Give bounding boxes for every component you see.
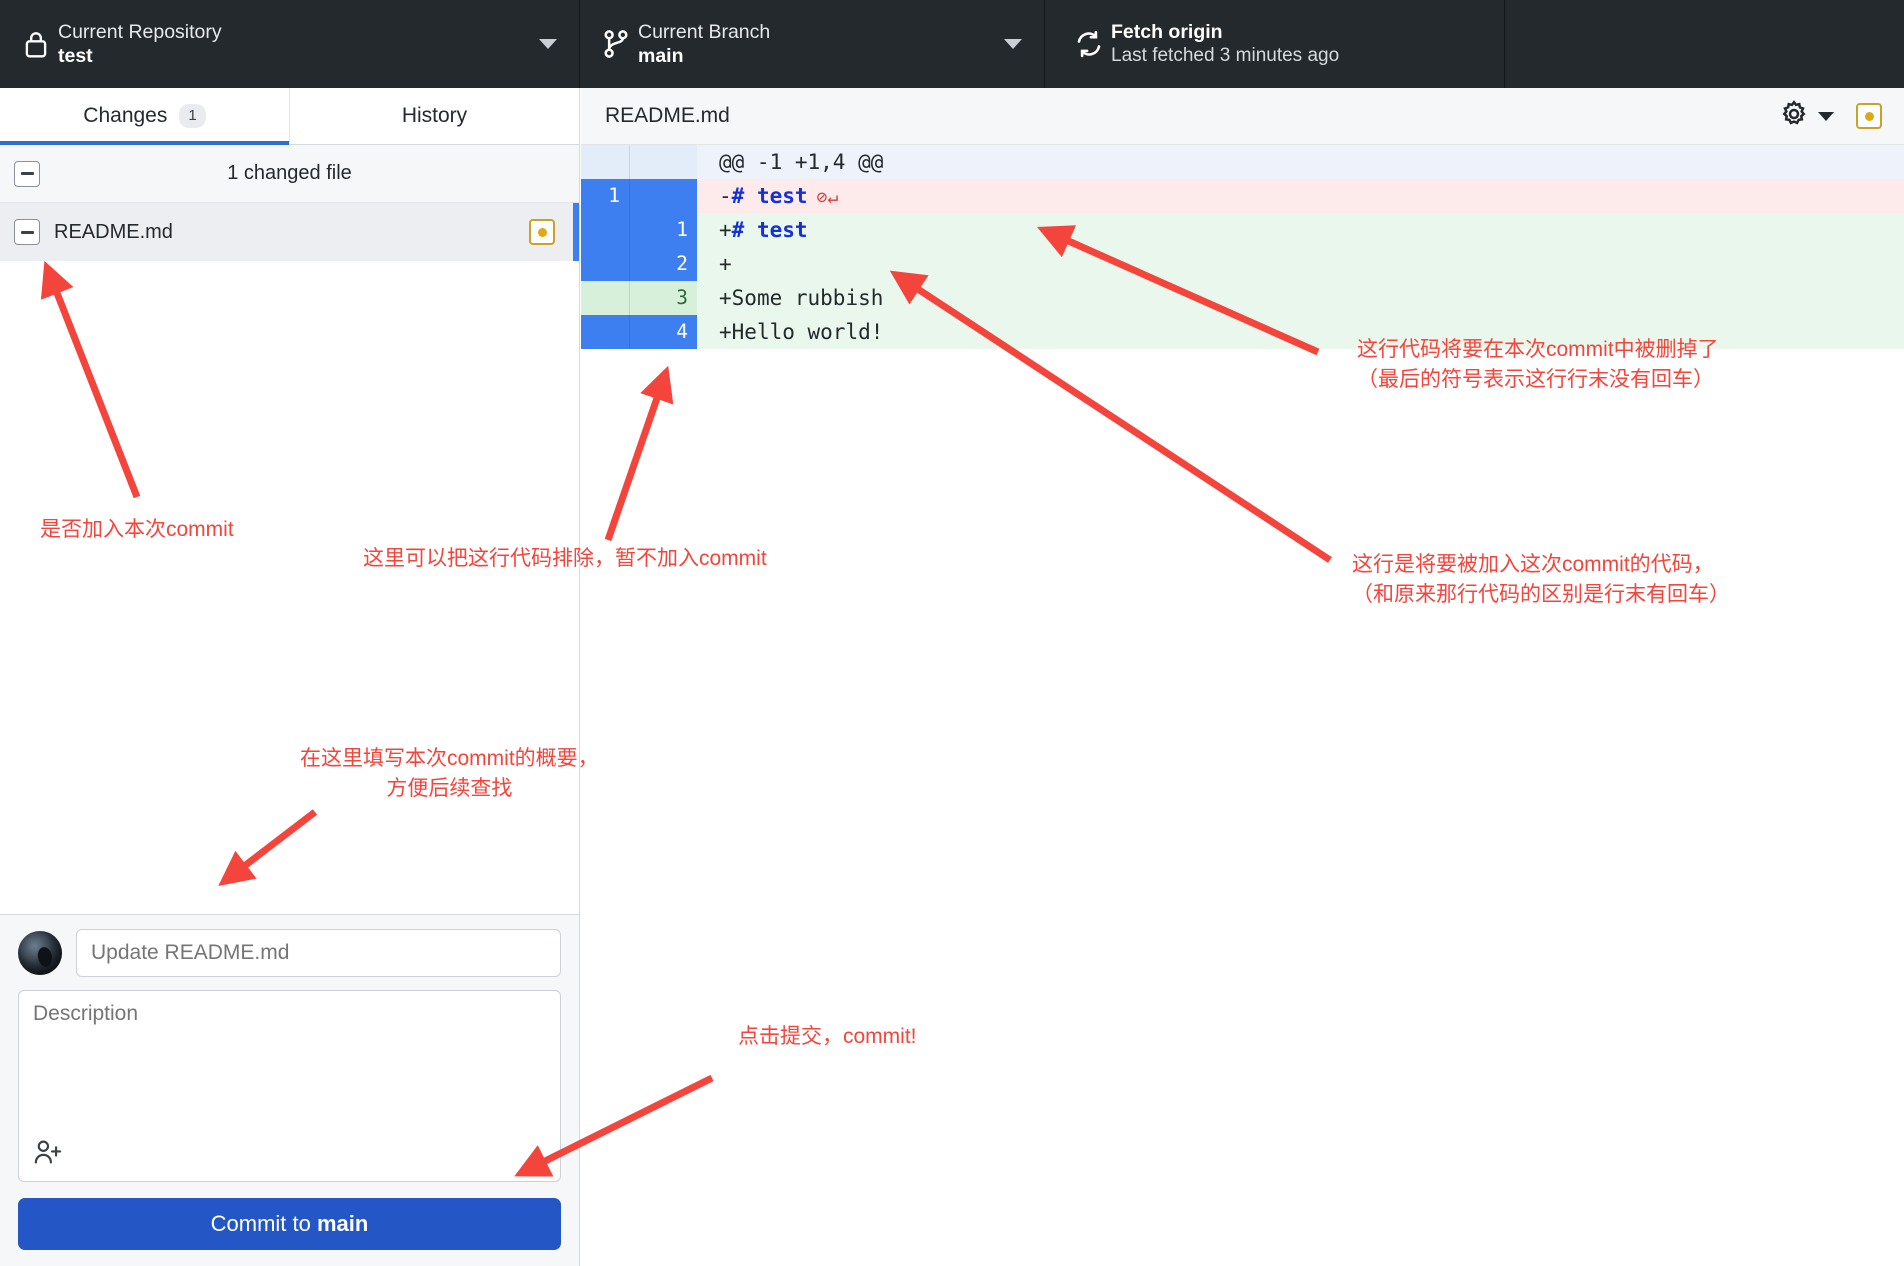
chevron-down-icon — [1004, 39, 1022, 49]
diff-hunk-header-row: @@ -1 +1,4 @@ — [581, 145, 1904, 179]
fetch-origin-title: Fetch origin — [1111, 20, 1223, 43]
chevron-down-icon — [1818, 111, 1834, 121]
commit-button-branch: main — [317, 1211, 369, 1236]
diff-line-row[interactable]: 1 +# test — [581, 213, 1904, 247]
current-repository-label: Current Repository — [58, 20, 222, 43]
diff-file-name: README.md — [605, 104, 730, 127]
changed-file-row[interactable]: README.md — [0, 203, 579, 261]
top-toolbar: Current Repository test Current Branch m… — [0, 0, 1904, 88]
no-newline-icon: ⊘↵ — [816, 187, 839, 208]
toolbar-filler — [1505, 0, 1904, 88]
commit-to-branch-button[interactable]: Commit to main — [18, 1198, 561, 1250]
gear-icon — [1779, 99, 1809, 134]
diff-options-button[interactable] — [1779, 99, 1834, 134]
diff-line-text: -# test ⊘↵ — [697, 179, 838, 213]
diff-old-line-number[interactable] — [581, 247, 629, 281]
modified-status-icon — [529, 219, 555, 245]
tab-changes-label: Changes — [83, 104, 168, 127]
diff-new-line-number[interactable]: 2 — [629, 247, 697, 281]
diff-line-text: + — [697, 247, 732, 281]
anno-summary-hint: 在这里填写本次commit的概要， 方便后续查找 — [300, 747, 599, 801]
diff-body: @@ -1 +1,4 @@ 1 -# test ⊘↵ 1 +# test 2 + … — [581, 145, 1904, 349]
commit-summary-input[interactable] — [76, 929, 561, 977]
fetch-origin-subtitle: Last fetched 3 minutes ago — [1111, 45, 1340, 67]
tab-changes-badge: 1 — [179, 104, 206, 128]
changes-sidebar: Changes 1 History 1 changed file README.… — [0, 88, 580, 1266]
changed-file-name: README.md — [54, 220, 173, 243]
fetch-origin-button[interactable]: Fetch origin Last fetched 3 minutes ago — [1045, 0, 1505, 88]
branch-icon — [594, 28, 638, 60]
diff-line-prefix: + — [719, 252, 732, 276]
diff-line-row[interactable]: 1 -# test ⊘↵ — [581, 179, 1904, 213]
anno-line-deleted: 这行代码将要在本次commit中被删掉了 （最后的符号表示这行行末没有回车） — [1357, 338, 1719, 392]
anno-line-added: 这行是将要被加入这次commit的代码， （和原来那行代码的区别是行末有回车） — [1352, 553, 1730, 607]
diff-hunk-header-text: @@ -1 +1,4 @@ — [719, 150, 884, 174]
diff-new-line-number[interactable] — [629, 179, 697, 213]
avatar — [18, 931, 62, 975]
diff-new-line-number — [629, 145, 697, 179]
diff-line-code: Some rubbish — [731, 286, 884, 310]
current-branch-label: Current Branch — [638, 20, 771, 43]
github-desktop-window: Current Repository test Current Branch m… — [0, 0, 1904, 1266]
tab-history[interactable]: History — [290, 88, 579, 144]
diff-line-text: +Hello world! — [697, 315, 883, 349]
tab-history-label: History — [401, 104, 468, 127]
diff-old-line-number[interactable] — [581, 281, 629, 315]
diff-line-code: # test — [731, 184, 808, 208]
diff-old-line-number[interactable] — [581, 315, 629, 349]
changed-files-count: 1 changed file — [227, 162, 352, 184]
diff-line-text: +Some rubbish — [697, 281, 883, 315]
diff-new-line-number[interactable]: 1 — [629, 213, 697, 247]
diff-header: README.md — [581, 88, 1904, 145]
changed-files-summary-row: 1 changed file — [0, 145, 579, 203]
diff-old-line-number[interactable]: 1 — [581, 179, 629, 213]
current-repository-value: test — [58, 45, 93, 67]
diff-new-line-number[interactable]: 4 — [629, 315, 697, 349]
diff-panel: README.md @@ -1 +1,4 @@ 1 -# test ⊘↵ 1 +… — [581, 88, 1904, 1266]
diff-line-row[interactable]: 2 + — [581, 247, 1904, 281]
diff-line-text: +# test — [697, 213, 808, 247]
sync-icon — [1067, 29, 1111, 59]
anno-include-in-commit: 是否加入本次commit — [40, 518, 234, 541]
diff-line-prefix: + — [719, 286, 732, 310]
commit-description-input[interactable] — [19, 991, 560, 1181]
anno-commit-click: 点击提交，commit! — [738, 1025, 917, 1048]
sidebar-tabs: Changes 1 History — [0, 88, 579, 145]
sidebar-empty-space — [0, 261, 579, 914]
diff-line-code: Hello world! — [731, 320, 884, 344]
diff-modified-status-icon — [1856, 103, 1882, 129]
diff-old-line-number[interactable] — [581, 213, 629, 247]
select-all-checkbox[interactable] — [14, 160, 40, 187]
tab-changes[interactable]: Changes 1 — [0, 88, 290, 145]
file-include-checkbox[interactable] — [14, 219, 40, 245]
current-repository-button[interactable]: Current Repository test — [0, 0, 580, 88]
diff-line-prefix: + — [719, 218, 732, 242]
anno-exclude-line: 这里可以把这行代码排除，暂不加入commit — [363, 547, 767, 570]
commit-button-prefix: Commit to — [210, 1211, 317, 1236]
commit-form: Commit to main — [0, 914, 579, 1266]
diff-old-line-number — [581, 145, 629, 179]
diff-line-row[interactable]: 3 +Some rubbish — [581, 281, 1904, 315]
lock-icon — [14, 29, 58, 59]
diff-line-prefix: + — [719, 320, 732, 344]
current-branch-value: main — [638, 45, 684, 67]
chevron-down-icon — [539, 39, 557, 49]
diff-new-line-number[interactable]: 3 — [629, 281, 697, 315]
add-person-icon[interactable] — [33, 1138, 63, 1171]
diff-line-prefix: - — [719, 184, 732, 208]
commit-description-wrap — [18, 990, 561, 1182]
current-branch-button[interactable]: Current Branch main — [580, 0, 1045, 88]
diff-line-code: # test — [731, 218, 808, 242]
commit-summary-row — [18, 929, 561, 977]
